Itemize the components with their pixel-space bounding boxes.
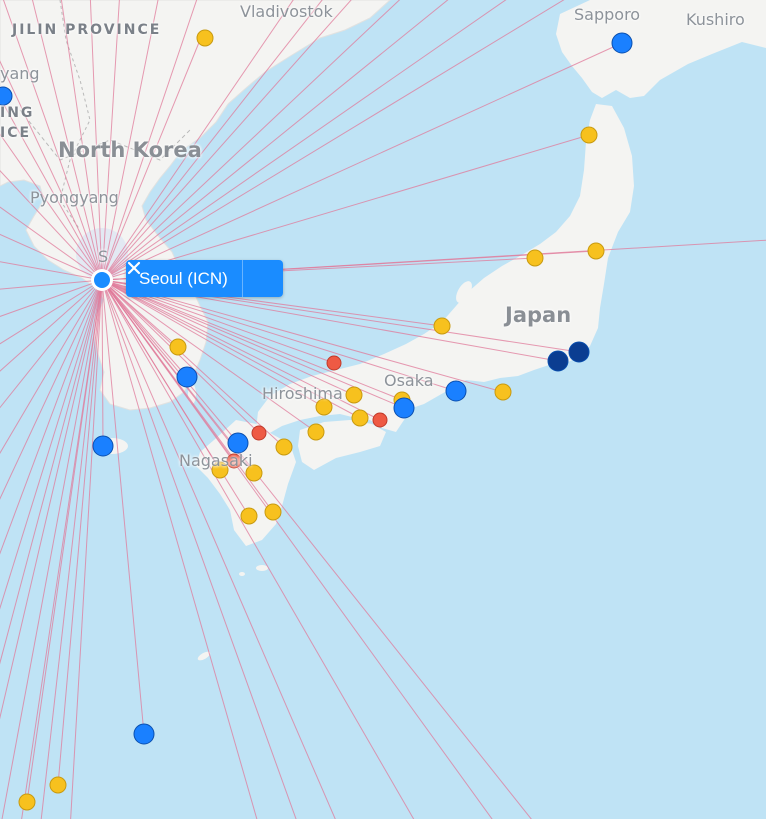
route-line <box>0 279 103 317</box>
route-line <box>26 279 103 803</box>
airport-marker[interactable] <box>372 412 388 428</box>
airport-marker[interactable] <box>611 32 633 54</box>
close-button[interactable] <box>127 260 283 297</box>
airport-marker[interactable] <box>351 409 369 427</box>
airport-marker[interactable] <box>264 503 282 521</box>
city-label-osaka: Osaka <box>384 371 434 390</box>
hub-marker[interactable] <box>94 272 110 288</box>
city-label-kushiro: Kushiro <box>686 10 745 29</box>
airport-marker[interactable] <box>433 317 451 335</box>
route-line <box>40 279 103 819</box>
city-label-nagasaki: Nagasaki <box>179 451 253 470</box>
airport-marker[interactable] <box>326 355 342 371</box>
route-map[interactable]: JILIN PROVINCE yang ING ICE North Korea … <box>0 0 766 819</box>
airport-marker[interactable] <box>568 341 590 363</box>
airport-marker[interactable] <box>526 249 544 267</box>
popup-airport-label[interactable]: Seoul (ICN) <box>126 260 242 297</box>
route-line <box>0 279 103 409</box>
map-canvas[interactable] <box>0 0 766 819</box>
airport-marker[interactable] <box>49 776 67 794</box>
land-tanegashima <box>256 565 268 571</box>
route-line <box>0 279 103 720</box>
airport-marker[interactable] <box>547 350 569 372</box>
airport-popup[interactable]: Seoul (ICN) <box>126 260 283 297</box>
airport-marker[interactable] <box>275 438 293 456</box>
airport-marker[interactable] <box>580 126 598 144</box>
airport-marker[interactable] <box>345 386 363 404</box>
airport-marker[interactable] <box>251 425 267 441</box>
route-line <box>0 279 103 455</box>
close-icon[interactable] <box>126 260 142 276</box>
city-label-vladivostok: Vladivostok <box>240 2 333 21</box>
city-label-hiroshima: Hiroshima <box>262 384 343 403</box>
land-layer <box>0 0 766 661</box>
route-line <box>0 279 103 345</box>
route-line <box>0 279 103 500</box>
route-line <box>70 279 103 819</box>
airport-marker[interactable] <box>196 29 214 47</box>
airport-marker[interactable] <box>92 435 114 457</box>
airport-marker[interactable] <box>176 366 198 388</box>
airport-marker[interactable] <box>240 507 258 525</box>
route-line <box>21 279 103 819</box>
airport-marker[interactable] <box>393 397 415 419</box>
airport-marker[interactable] <box>587 242 605 260</box>
city-label-yang: yang <box>0 64 40 83</box>
airport-marker[interactable] <box>307 423 325 441</box>
airport-marker[interactable] <box>18 793 36 811</box>
country-label-north-korea: North Korea <box>58 138 202 162</box>
city-label-pyongyang: Pyongyang <box>30 188 119 207</box>
land-island-small <box>239 572 245 576</box>
airport-marker[interactable] <box>227 432 249 454</box>
city-label-seoul: S <box>98 247 109 266</box>
airport-marker[interactable] <box>494 383 512 401</box>
airport-marker[interactable] <box>133 723 155 745</box>
city-label-sapporo: Sapporo <box>574 5 641 24</box>
country-label-japan: Japan <box>505 303 572 327</box>
region-label-ice: ICE <box>0 125 32 141</box>
region-label-jilin: JILIN PROVINCE <box>12 22 162 38</box>
airport-marker[interactable] <box>169 338 187 356</box>
airport-marker[interactable] <box>445 380 467 402</box>
region-label-ing: ING <box>0 105 35 121</box>
